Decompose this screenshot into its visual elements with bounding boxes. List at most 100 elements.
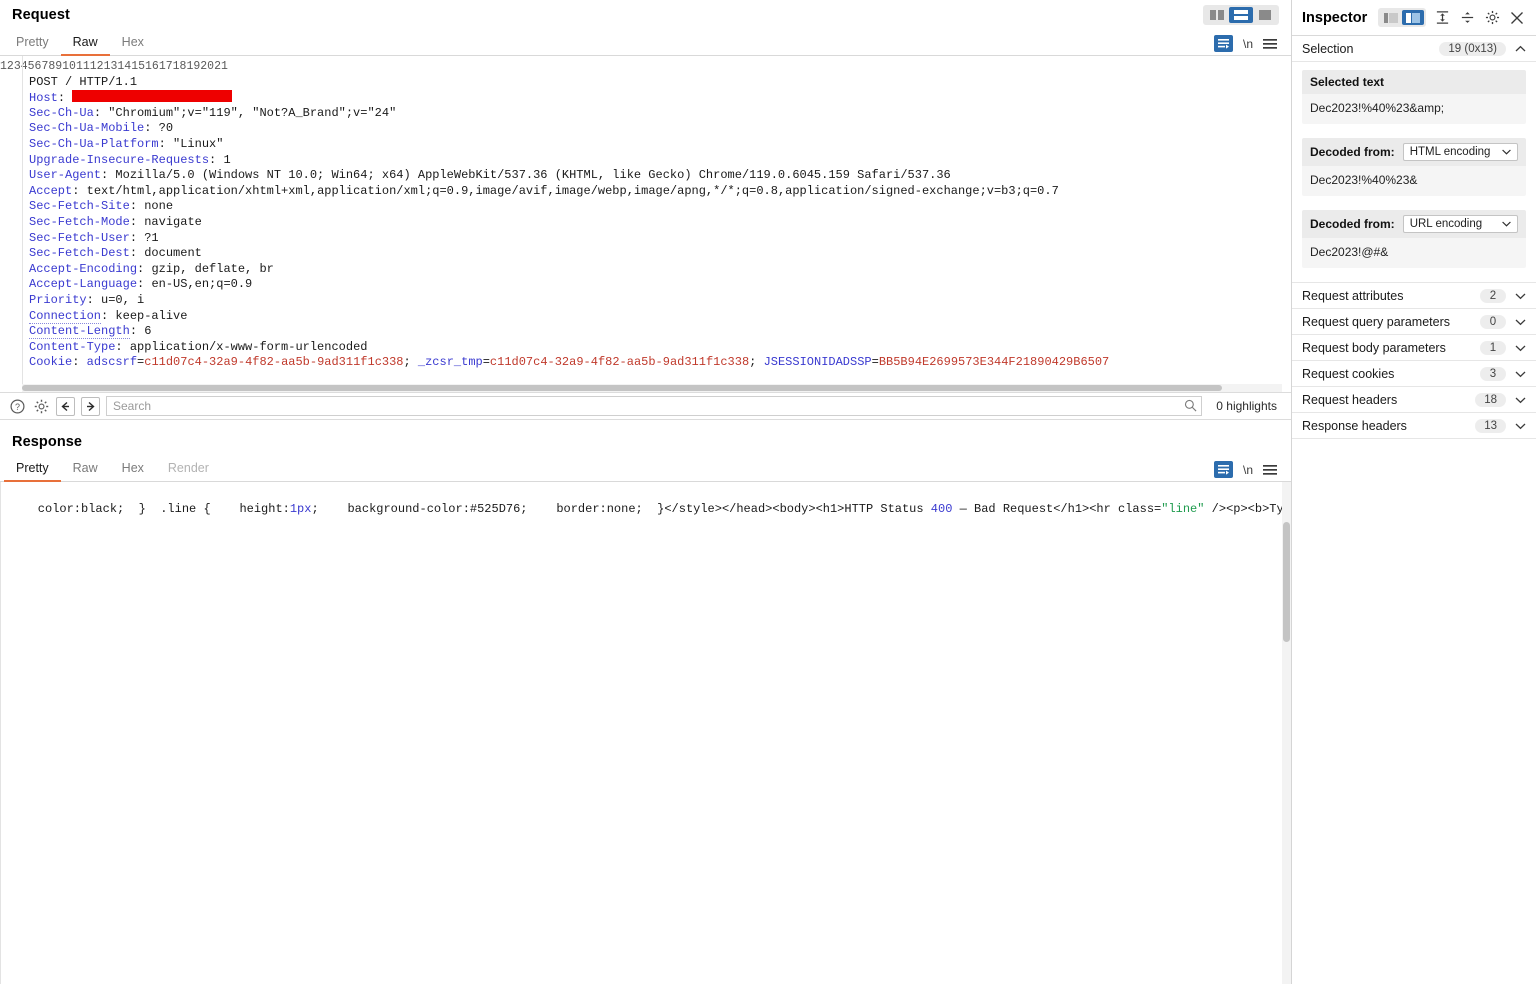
section-count: 3: [1480, 366, 1506, 381]
selected-text-heading: Selected text: [1302, 70, 1526, 94]
request-line-3: Sec-Ch-Ua: "Chromium";v="119", "Not?A_Br…: [29, 105, 397, 120]
request-raw-text[interactable]: POST / HTTP/1.1 Host: Sec-Ch-Ua: "Chromiu…: [22, 56, 1291, 392]
request-line-10: Sec-Fetch-Mode: navigate: [29, 214, 202, 229]
inspector-expanded-view-button[interactable]: [1402, 10, 1425, 25]
request-horizontal-scrollbar[interactable]: [22, 384, 1282, 392]
request-line-15: Priority: u=0, i: [29, 292, 145, 307]
inspector-title: Inspector: [1302, 9, 1368, 26]
inspector-section-request-headers[interactable]: Request headers 18: [1292, 387, 1536, 413]
chevron-down-icon[interactable]: [1514, 342, 1526, 354]
newline-icon[interactable]: \n: [1243, 463, 1253, 477]
request-line-18: Content-Type: application/x-www-form-url…: [29, 339, 368, 354]
request-line-7: User-Agent: Mozilla/5.0 (Windows NT 10.0…: [29, 168, 951, 183]
section-count: 0: [1480, 314, 1506, 329]
response-tabs[interactable]: Pretty Raw Hex Render \n: [0, 456, 1291, 482]
search-input[interactable]: [106, 396, 1203, 416]
gear-icon[interactable]: [32, 397, 50, 415]
inspector-section-request-query-parameters[interactable]: Request query parameters 0: [1292, 309, 1536, 335]
request-line-8: Accept: text/html,application/xhtml+xml,…: [29, 183, 1059, 198]
prev-match-button[interactable]: [56, 396, 75, 416]
request-line-2: Host:: [29, 90, 1291, 106]
scrollbar-thumb[interactable]: [22, 385, 1222, 391]
help-icon[interactable]: ?: [8, 397, 26, 415]
line-number: 1: [0, 60, 7, 73]
single-pane-layout-button[interactable]: [1253, 7, 1277, 23]
split-horizontal-layout-button[interactable]: [1229, 7, 1253, 23]
inspector-section-request-attributes[interactable]: Request attributes 2: [1292, 283, 1536, 309]
menu-icon[interactable]: [1263, 464, 1277, 476]
inspector-view-toggle[interactable]: [1378, 8, 1427, 27]
section-label: Request attributes: [1302, 288, 1404, 303]
request-tab-raw[interactable]: Raw: [60, 32, 110, 56]
chevron-up-icon[interactable]: [1514, 43, 1526, 55]
line-number: 2: [6, 60, 14, 73]
request-line-17: Content-Length: 6: [29, 324, 152, 340]
request-line-11: Sec-Fetch-User: ?1: [29, 230, 159, 245]
request-tab-hex[interactable]: Hex: [110, 32, 156, 56]
word-wrap-icon[interactable]: [1213, 35, 1233, 52]
html-encoding-dropdown[interactable]: HTML encoding: [1402, 143, 1518, 161]
section-count: 18: [1475, 392, 1506, 407]
decoded-url-card: Decoded from: URL encoding Dec2023!@#&: [1302, 210, 1526, 268]
chevron-down-icon[interactable]: [1514, 316, 1526, 328]
chevron-down-icon[interactable]: [1514, 394, 1526, 406]
chevron-down-icon[interactable]: [1514, 290, 1526, 302]
chevron-down-icon[interactable]: [1514, 420, 1526, 432]
selected-text-value[interactable]: Dec2023!%40%23&amp;: [1302, 94, 1526, 124]
redacted-host-value: [72, 90, 233, 103]
response-tab-pretty[interactable]: Pretty: [4, 458, 61, 482]
response-tab-raw[interactable]: Raw: [61, 458, 110, 482]
menu-icon[interactable]: [1263, 38, 1277, 50]
inspector-collapsed-view-button[interactable]: [1380, 10, 1402, 25]
inspector-section-request-cookies[interactable]: Request cookies 3: [1292, 361, 1536, 387]
chevron-down-icon[interactable]: [1514, 368, 1526, 380]
request-line-19: Cookie: adscsrf=c11d07c4-32a9-4f82-aa5b-…: [29, 355, 1110, 370]
response-body-viewer[interactable]: color:black; } .line { height:1px; backg…: [0, 482, 1291, 984]
url-encoding-dropdown[interactable]: URL encoding: [1402, 215, 1518, 233]
section-count: 1: [1480, 340, 1506, 355]
expand-all-icon[interactable]: [1433, 9, 1451, 27]
dropdown-value: HTML encoding: [1409, 146, 1491, 158]
chevron-down-icon: [1502, 146, 1511, 158]
next-match-button[interactable]: [81, 396, 100, 416]
inspector-section-response-headers[interactable]: Response headers 13: [1292, 413, 1536, 439]
search-field-wrapper[interactable]: [106, 396, 1203, 416]
decoded-url-value[interactable]: Dec2023!@#&: [1302, 238, 1526, 268]
section-label: Request body parameters: [1302, 340, 1446, 355]
inspector-section-request-body-parameters[interactable]: Request body parameters 1: [1292, 335, 1536, 361]
section-label: Selection: [1302, 41, 1354, 56]
inspector-section-selection[interactable]: Selection 19 (0x13): [1292, 36, 1536, 62]
request-body-viewer[interactable]: 123456789101112131415161718192021 POST /…: [0, 56, 1291, 392]
response-tab-hex[interactable]: Hex: [110, 458, 156, 482]
response-toolbar-icons: \n: [1213, 461, 1287, 481]
close-icon[interactable]: [1508, 9, 1526, 27]
scrollbar-thumb[interactable]: [1283, 522, 1290, 642]
request-search-bar[interactable]: ? 0 highlights: [0, 392, 1291, 420]
response-status-line: </style></head><body><h1>HTTP Status 400…: [664, 501, 1291, 516]
request-tabs[interactable]: Pretty Raw Hex \n: [0, 30, 1291, 56]
inspector-panel: Inspector Selection 19 (0x13) Selected t…: [1292, 0, 1536, 984]
dropdown-value: URL encoding: [1409, 218, 1483, 230]
section-label: Request query parameters: [1302, 314, 1450, 329]
decoded-html-value[interactable]: Dec2023!%40%23&: [1302, 166, 1526, 196]
split-vertical-layout-button[interactable]: [1205, 7, 1229, 23]
response-pretty-text[interactable]: color:black; } .line { height:1px; backg…: [0, 482, 1291, 984]
request-title-row: Request: [0, 0, 1291, 30]
collapse-all-icon[interactable]: [1458, 9, 1476, 27]
inspector-collapsed-sections: Request attributes 2 Request query param…: [1292, 282, 1536, 439]
response-tab-render[interactable]: Render: [156, 458, 221, 482]
section-label: Request headers: [1302, 392, 1398, 407]
decoded-from-label: Decoded from:: [1310, 145, 1395, 159]
request-toolbar-icons: \n: [1213, 35, 1287, 55]
word-wrap-icon[interactable]: [1213, 461, 1233, 478]
layout-toggle-group[interactable]: [1203, 5, 1279, 25]
response-css-line: border:none;: [527, 501, 643, 516]
request-line-4: Sec-Ch-Ua-Mobile: ?0: [29, 121, 174, 136]
newline-icon[interactable]: \n: [1243, 37, 1253, 51]
response-css-line: height:1px;: [210, 501, 319, 516]
message-panes: Request Pretty Raw Hex \n 12345678910111…: [0, 0, 1292, 984]
gear-icon[interactable]: [1483, 9, 1501, 27]
request-tab-pretty[interactable]: Pretty: [4, 32, 61, 56]
response-vertical-scrollbar[interactable]: [1282, 482, 1291, 984]
request-line-numbers: 123456789101112131415161718192021: [0, 56, 228, 392]
